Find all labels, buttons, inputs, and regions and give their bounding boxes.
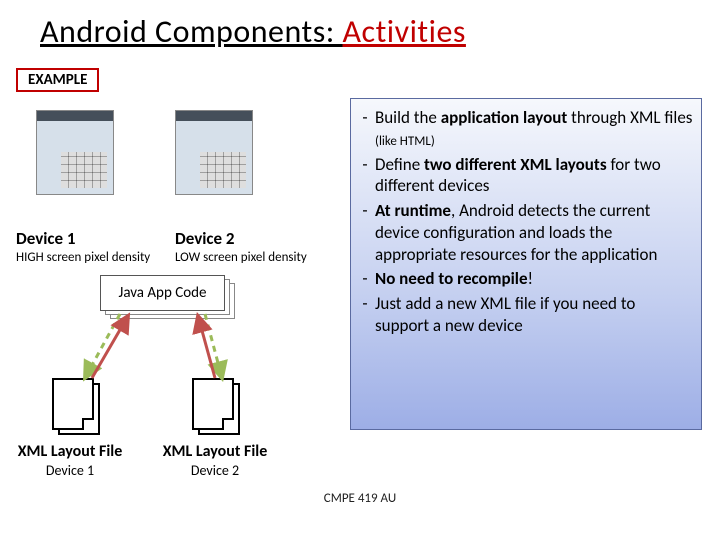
device1-sub: HIGH screen pixel density <box>16 250 150 265</box>
bullet-1: - Build the application layout through X… <box>355 107 693 151</box>
device2-label: Device 2 <box>175 228 235 249</box>
device2-screenshot <box>175 110 253 195</box>
title-accent: Activities <box>343 12 466 51</box>
java-code-box: Java App Code <box>100 275 225 311</box>
footer-text: CMPE 419 AU <box>0 491 720 506</box>
bullet-panel: - Build the application layout through X… <box>350 98 702 430</box>
device1-label: Device 1 <box>16 228 76 249</box>
device2-sub: LOW screen pixel density <box>175 250 307 265</box>
bullet-5: - Just add a new XML file if you need to… <box>355 293 693 337</box>
xml2-sub: Device 2 <box>135 462 295 479</box>
device1-screenshot <box>36 110 114 195</box>
xml1-sub: Device 1 <box>0 462 150 479</box>
title-main: Android Components: <box>40 12 343 51</box>
bullet-4: - No need to recompile! <box>355 268 693 290</box>
xml1-label: XML Layout File <box>0 442 150 461</box>
example-badge: EXAMPLE <box>16 68 99 92</box>
slide-title: Android Components: Activities <box>0 0 720 55</box>
bullet-2: - Define two different XML layouts for t… <box>355 154 693 198</box>
java-code-label: Java App Code <box>100 275 225 311</box>
bullet-3: - At runtime, Android detects the curren… <box>355 200 693 265</box>
xml2-label: XML Layout File <box>135 442 295 461</box>
